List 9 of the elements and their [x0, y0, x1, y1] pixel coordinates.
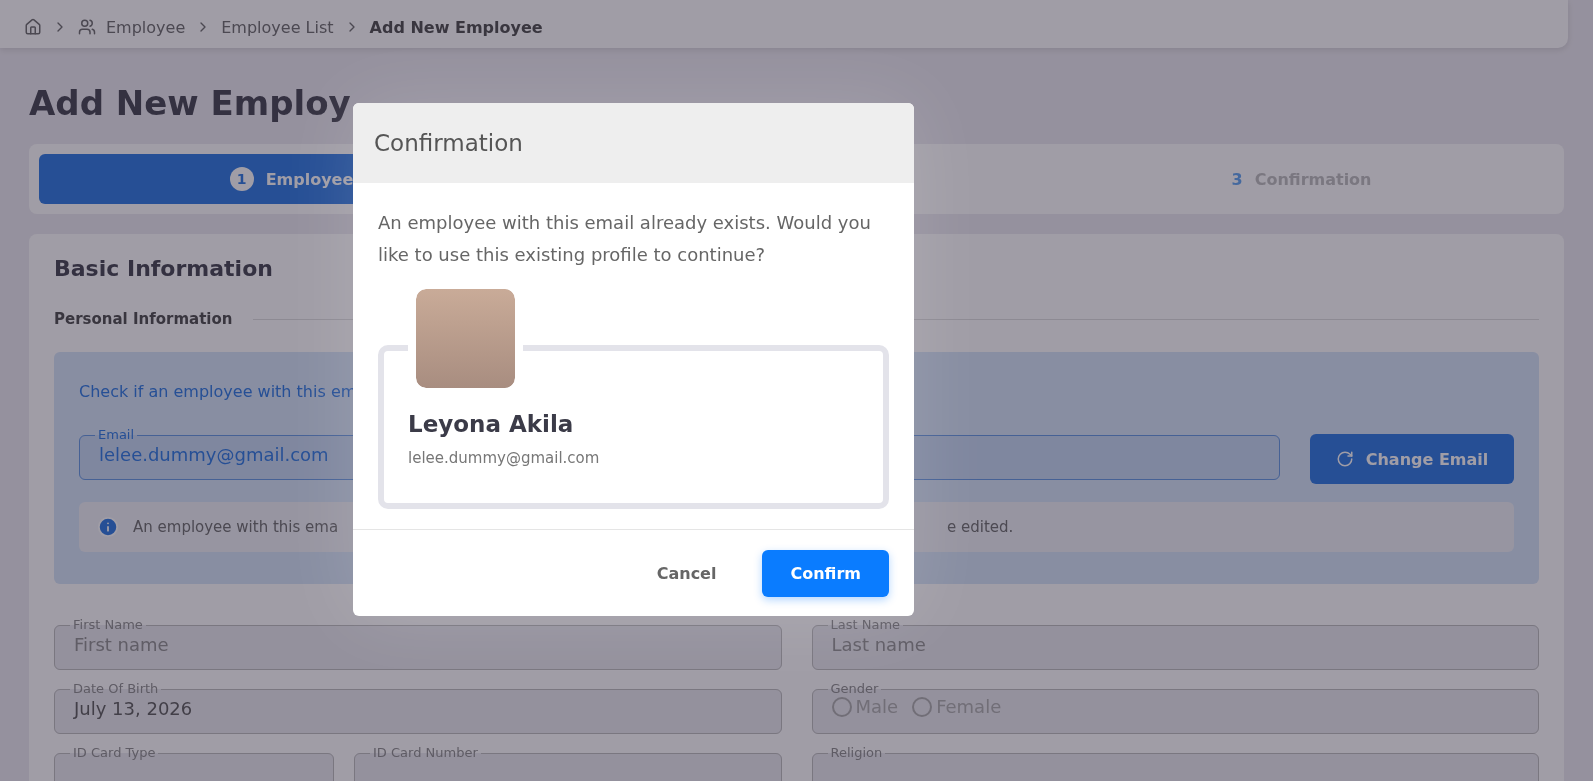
notice-text: e edited. — [947, 518, 1015, 536]
dialog-title: Confirmation — [374, 130, 523, 156]
dialog-message: An employee with this email already exists. Would you like to use this existing profile to continue? — [378, 211, 872, 267]
notice-text: An employee with this ema — [133, 518, 339, 536]
profile-name: Leyona Akila — [408, 411, 575, 437]
section-title: Basic Information — [54, 255, 273, 283]
subsection-title: Personal Information — [54, 310, 233, 328]
page-title: Add New Employ — [29, 82, 349, 124]
profile-email: lelee.dummy@gmail.com — [408, 449, 601, 467]
